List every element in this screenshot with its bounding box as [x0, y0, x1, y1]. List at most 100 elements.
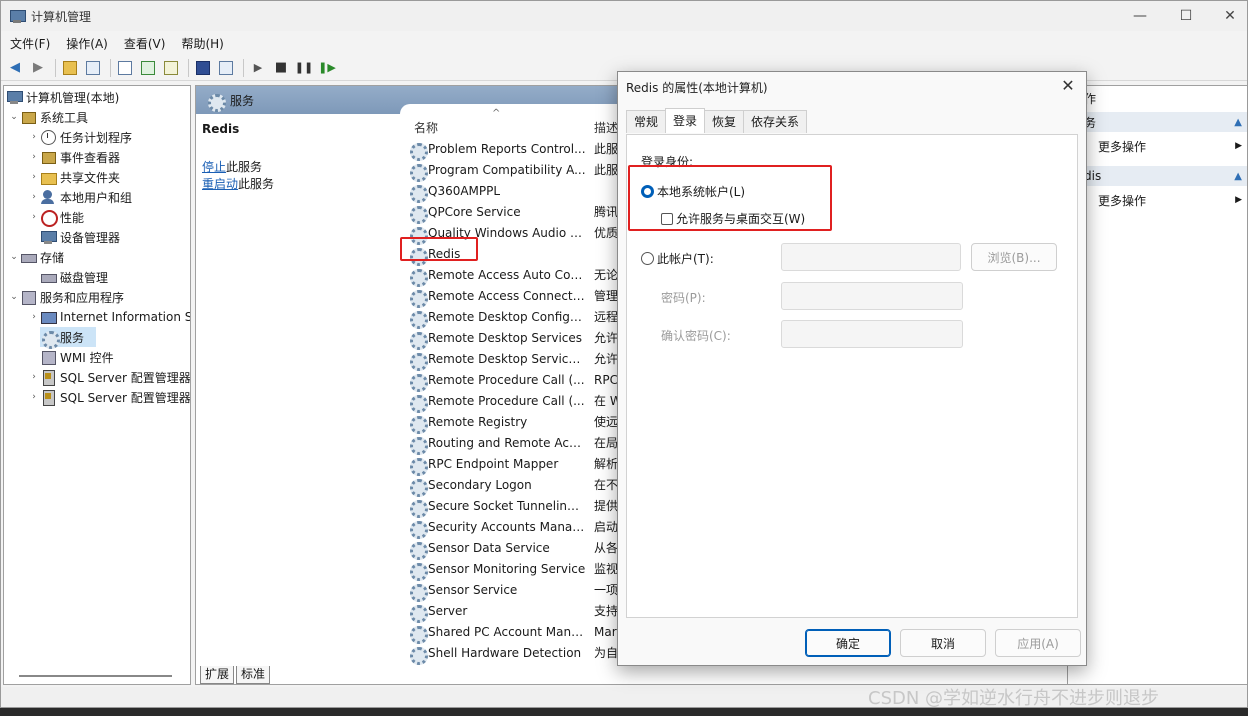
tree-task-scheduler[interactable]: › 任务计划程序 [28, 127, 132, 147]
start-service-icon[interactable]: ▶ [248, 58, 268, 78]
export-icon[interactable] [161, 58, 181, 78]
tree-local-users[interactable]: › 本地用户和组 [28, 187, 132, 207]
menu-view[interactable]: 查看(V) [115, 35, 173, 52]
apply-button[interactable]: 应用(A) [995, 629, 1081, 657]
tree-system-tools[interactable]: ⌄ 系统工具 [8, 107, 88, 127]
tree-performance[interactable]: › 性能 [28, 207, 84, 227]
chevron-right-icon[interactable]: › [28, 172, 40, 182]
more-actions-1[interactable]: 更多操作 ▶ [1068, 136, 1247, 156]
table-row[interactable]: Program Compatibility A... 此服 [408, 159, 624, 182]
tree-sql-config-2[interactable]: › SQL Server 配置管理器 [28, 387, 190, 407]
table-row[interactable]: Remote Access Connecti... 管理 [408, 285, 624, 308]
chevron-right-icon[interactable]: › [28, 212, 40, 222]
minimize-button[interactable]: — [1117, 1, 1163, 31]
view-tabs: 扩展 标准 [200, 666, 272, 684]
tab-recovery[interactable]: 恢复 [704, 110, 745, 133]
tree-services-apps[interactable]: ⌄ 服务和应用程序 [8, 287, 124, 307]
account-input[interactable] [781, 243, 961, 271]
this-account-option[interactable]: 此帐户(T): [641, 250, 714, 267]
properties-icon[interactable] [115, 58, 135, 78]
password-input[interactable] [781, 282, 963, 310]
table-row[interactable]: Problem Reports Control... 此服 [408, 138, 624, 161]
chevron-right-icon[interactable]: › [28, 392, 40, 402]
cancel-button[interactable]: 取消 [900, 629, 986, 657]
chevron-down-icon[interactable]: ⌄ [8, 252, 20, 262]
actions-header-services[interactable]: 务 ▲ [1068, 112, 1247, 132]
actions-header-redis[interactable]: dis ▲ [1068, 166, 1247, 186]
table-row[interactable]: Shell Hardware Detection 为自 [408, 642, 624, 665]
help-icon[interactable] [193, 58, 213, 78]
tree-storage[interactable]: ⌄ 存储 [8, 247, 64, 267]
table-row[interactable]: RPC Endpoint Mapper 解析 [408, 453, 624, 476]
table-row[interactable]: Secure Socket Tunneling ... 提供 [408, 495, 624, 518]
tree-services[interactable]: 服务 [40, 327, 96, 349]
table-row[interactable]: Sensor Service 一项 [408, 579, 624, 602]
tab-standard[interactable]: 标准 [236, 666, 271, 684]
table-row[interactable]: Remote Access Auto Con... 无论 [408, 264, 624, 287]
table-row[interactable]: Remote Registry 使远 [408, 411, 624, 434]
forward-arrow-icon[interactable]: ▶ [28, 58, 48, 78]
tree-disk-management[interactable]: 磁盘管理 [40, 267, 108, 287]
refresh-icon[interactable] [138, 58, 158, 78]
collapse-up-icon[interactable]: ▲ [1234, 117, 1242, 128]
table-row[interactable]: Q360AMPPL [408, 180, 624, 203]
table-row[interactable]: Sensor Data Service 从各 [408, 537, 624, 560]
table-row[interactable]: Remote Procedure Call (... RPC [408, 369, 624, 392]
chevron-right-icon[interactable]: › [28, 192, 40, 202]
maximize-button[interactable]: ☐ [1163, 1, 1209, 31]
tab-logon[interactable]: 登录 [665, 108, 706, 133]
chevron-right-icon[interactable]: › [28, 132, 40, 142]
table-row[interactable]: Sensor Monitoring Service 监视 [408, 558, 624, 581]
menu-file[interactable]: 文件(F) [1, 35, 57, 52]
table-row[interactable]: Routing and Remote Acc... 在局 [408, 432, 624, 455]
up-folder-icon[interactable] [60, 58, 80, 78]
tree-iis[interactable]: › Internet Information S [28, 307, 190, 327]
table-row[interactable]: Server 支持 [408, 600, 624, 623]
horizontal-scrollbar[interactable] [19, 675, 172, 677]
pause-service-icon[interactable]: ❚❚ [294, 58, 314, 78]
table-row[interactable]: Security Accounts Manag... 启动 [408, 516, 624, 539]
table-row[interactable]: Shared PC Account Mana... Mar [408, 621, 624, 644]
stop-service-icon[interactable]: ■ [271, 58, 291, 78]
back-arrow-icon[interactable]: ◀ [5, 58, 25, 78]
tree-shared-folders[interactable]: › 共享文件夹 [28, 167, 120, 187]
show-tree-icon[interactable] [83, 58, 103, 78]
more-actions-2[interactable]: 更多操作 ▶ [1068, 190, 1247, 210]
chevron-right-icon[interactable]: › [28, 372, 40, 382]
column-desc-header[interactable]: 描述 [594, 119, 618, 136]
menu-help[interactable]: 帮助(H) [172, 35, 230, 52]
browse-button[interactable]: 浏览(B)... [971, 243, 1057, 271]
table-row[interactable]: Secondary Logon 在不 [408, 474, 624, 497]
tab-extended[interactable]: 扩展 [200, 666, 235, 684]
restart-service-link[interactable]: 重启动 [202, 177, 238, 191]
tree-root[interactable]: 计算机管理(本地) [6, 87, 119, 107]
chevron-right-icon[interactable]: › [28, 312, 40, 322]
tree-sql-config-1[interactable]: › SQL Server 配置管理器 [28, 367, 190, 387]
tree-wmi[interactable]: WMI 控件 [40, 347, 114, 367]
tab-general[interactable]: 常规 [626, 110, 667, 133]
taskbar-strip [0, 708, 1248, 716]
table-row[interactable]: Remote Procedure Call (... 在 W [408, 390, 624, 413]
dialog-close-button[interactable]: ✕ [1058, 76, 1078, 96]
collapse-up-icon[interactable]: ▲ [1234, 171, 1242, 182]
close-button[interactable]: ✕ [1207, 1, 1247, 31]
table-row[interactable]: Remote Desktop Service... 允许 [408, 348, 624, 371]
tree-event-viewer[interactable]: › 事件查看器 [28, 147, 120, 167]
computer-icon [6, 89, 23, 105]
chevron-down-icon[interactable]: ⌄ [8, 112, 20, 122]
chevron-right-icon[interactable]: › [28, 152, 40, 162]
table-row[interactable]: QPCore Service 腾讯 [408, 201, 624, 224]
table-row[interactable]: Remote Desktop Services 允许 [408, 327, 624, 350]
table-row[interactable]: Remote Desktop Configu... 远程 [408, 306, 624, 329]
restart-service-icon[interactable]: ❚▶ [317, 58, 337, 78]
confirm-password-input[interactable] [781, 320, 963, 348]
this-account-radio[interactable] [641, 252, 654, 265]
show-action-pane-icon[interactable] [216, 58, 236, 78]
chevron-down-icon[interactable]: ⌄ [8, 292, 20, 302]
menu-action[interactable]: 操作(A) [57, 35, 115, 52]
stop-service-link[interactable]: 停止 [202, 160, 226, 174]
tree-device-manager[interactable]: 设备管理器 [40, 227, 120, 247]
ok-button[interactable]: 确定 [805, 629, 891, 657]
column-name-header[interactable]: 名称 [414, 119, 438, 136]
tab-dependencies[interactable]: 依存关系 [743, 110, 808, 133]
